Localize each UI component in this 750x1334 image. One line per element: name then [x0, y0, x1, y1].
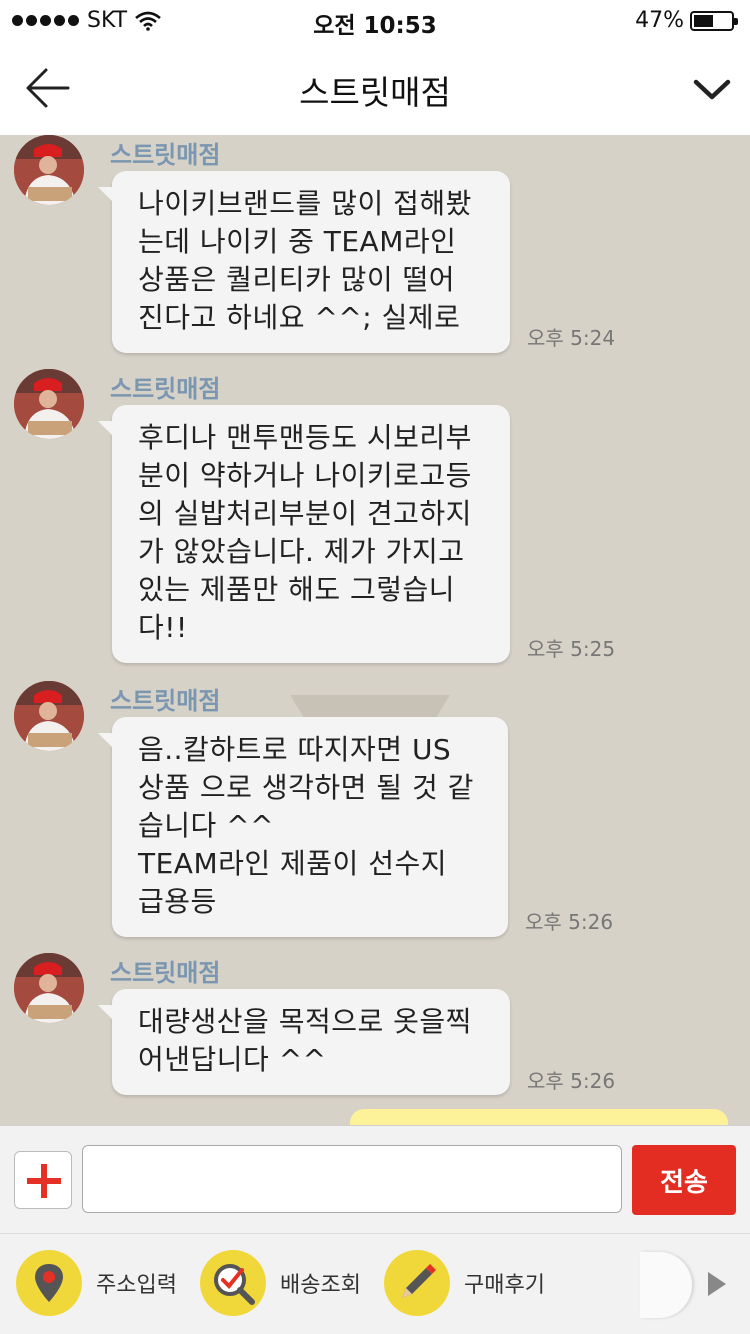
- message-bubble[interactable]: 후디나 맨투맨등도 시보리부 분이 약하거나 나이키로고등 의 실밥처리부분이 …: [98, 405, 510, 663]
- sender-name: 스트릿매점: [110, 375, 221, 403]
- tool-label: 주소입력: [96, 1273, 177, 1298]
- battery-icon: [690, 10, 738, 31]
- review-pencil-icon: [384, 1250, 450, 1316]
- avatar-image: [14, 135, 84, 205]
- message-input[interactable]: [82, 1145, 622, 1213]
- status-right: 47%: [635, 8, 738, 33]
- avatar[interactable]: [14, 681, 84, 751]
- message-time: 오후 5:25: [527, 637, 616, 661]
- avatar-image: [14, 369, 84, 439]
- battery-fill: [694, 14, 713, 27]
- chat-area[interactable]: 스트릿매점 나이키브랜드를 많이 접해봤 는데 나이키 중 TEAM라인 상품은…: [0, 135, 750, 1125]
- message-bubble[interactable]: 대량생산을 목적으로 옷을찍 어낸답니다 ^^: [98, 989, 510, 1095]
- message-bubble[interactable]: 음..칼하트로 따지자면 US 상품 으로 생각하면 될 것 같 습니다 ^^ …: [98, 717, 508, 937]
- tool-delivery-search[interactable]: 배송조회: [200, 1250, 361, 1316]
- battery-percent: 47%: [635, 8, 684, 33]
- location-pin-icon: [16, 1250, 82, 1316]
- tool-purchase-review[interactable]: 구매후기: [384, 1250, 545, 1316]
- chevron-down-icon[interactable]: [692, 70, 732, 110]
- status-bar: SKT 오전 10:53 47%: [0, 0, 750, 40]
- avatar[interactable]: [14, 369, 84, 439]
- avatar-image: [14, 681, 84, 751]
- sender-name: 스트릿매점: [110, 687, 221, 715]
- add-attachment-button[interactable]: [14, 1151, 72, 1209]
- tool-label: 구매후기: [464, 1273, 545, 1298]
- input-bar: 전송: [0, 1125, 750, 1233]
- chat-header: 스트릿매점: [0, 40, 750, 135]
- message-time: 오후 5:26: [527, 1069, 616, 1093]
- tool-scroll-edge: [640, 1252, 692, 1318]
- play-arrow-icon[interactable]: [708, 1272, 726, 1296]
- avatar-image: [14, 953, 84, 1023]
- avatar[interactable]: [14, 953, 84, 1023]
- delivery-search-icon: [200, 1250, 266, 1316]
- sender-name: 스트릿매점: [110, 959, 221, 987]
- message-time: 오후 5:26: [525, 910, 614, 934]
- tool-address-input[interactable]: 주소입력: [16, 1250, 177, 1316]
- my-message-bubble[interactable]: [350, 1109, 728, 1125]
- chat-title: 스트릿매점: [299, 73, 451, 112]
- quick-tools-bar: 주소입력 배송조회 구매후기: [0, 1233, 750, 1334]
- message-bubble[interactable]: 나이키브랜드를 많이 접해봤 는데 나이키 중 TEAM라인 상품은 퀄리티카 …: [98, 171, 510, 353]
- send-button[interactable]: 전송: [632, 1145, 736, 1215]
- sender-name: 스트릿매점: [110, 141, 221, 169]
- tool-label: 배송조회: [280, 1273, 361, 1298]
- avatar[interactable]: [14, 135, 84, 205]
- message-time: 오후 5:24: [527, 326, 616, 350]
